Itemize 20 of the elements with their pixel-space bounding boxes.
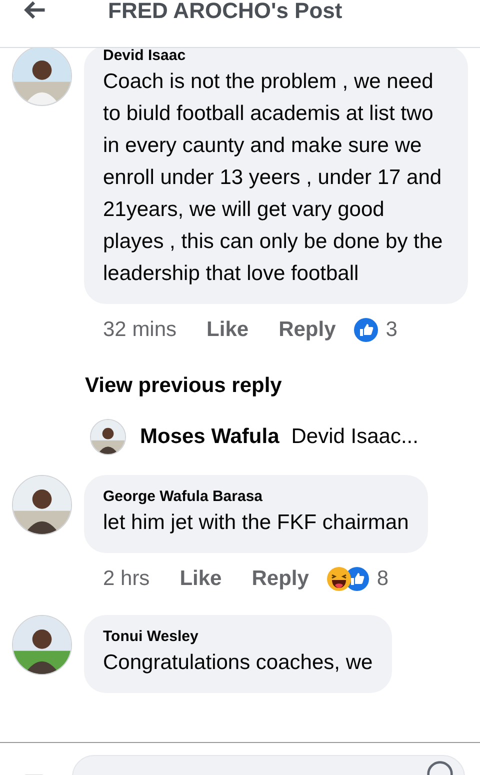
reply-author[interactable]: Moses Wafula — [140, 421, 280, 453]
laughing-reaction-icon — [326, 566, 351, 591]
like-button[interactable]: Like — [180, 563, 222, 594]
comment-text: let him jet with the FKF chairman — [103, 510, 409, 536]
comment-text: Coach is not the problem , we need to biuld football academis at list two in every caunty and make sure we enroll under 13 yeers , under 17 and 21years, we will get vary good playes , this can only be done by the leadership that love football — [103, 69, 444, 287]
reply-preview-text: Devid Isaac... — [291, 424, 418, 450]
like-reaction-icon — [354, 318, 378, 342]
reaction-count: 8 — [376, 566, 389, 592]
reply-button[interactable]: Reply — [252, 563, 309, 594]
comment-time: 32 mins — [103, 317, 177, 343]
view-previous-reply-link[interactable]: View previous reply — [85, 370, 282, 401]
like-button[interactable]: Like — [206, 314, 249, 346]
comment-time: 2 hrs — [103, 566, 150, 592]
reply-button[interactable]: Reply — [278, 314, 336, 346]
comment-author[interactable]: Tonui Wesley — [103, 626, 198, 646]
page-title: FRED AROCHO's Post — [108, 0, 342, 25]
reaction-count: 3 — [386, 317, 398, 343]
comment-text: Congratulations coaches, we — [103, 650, 373, 676]
comment-author[interactable]: Devid Isaac — [103, 46, 186, 66]
comment-author[interactable]: George Wafula Barasa — [103, 487, 262, 507]
